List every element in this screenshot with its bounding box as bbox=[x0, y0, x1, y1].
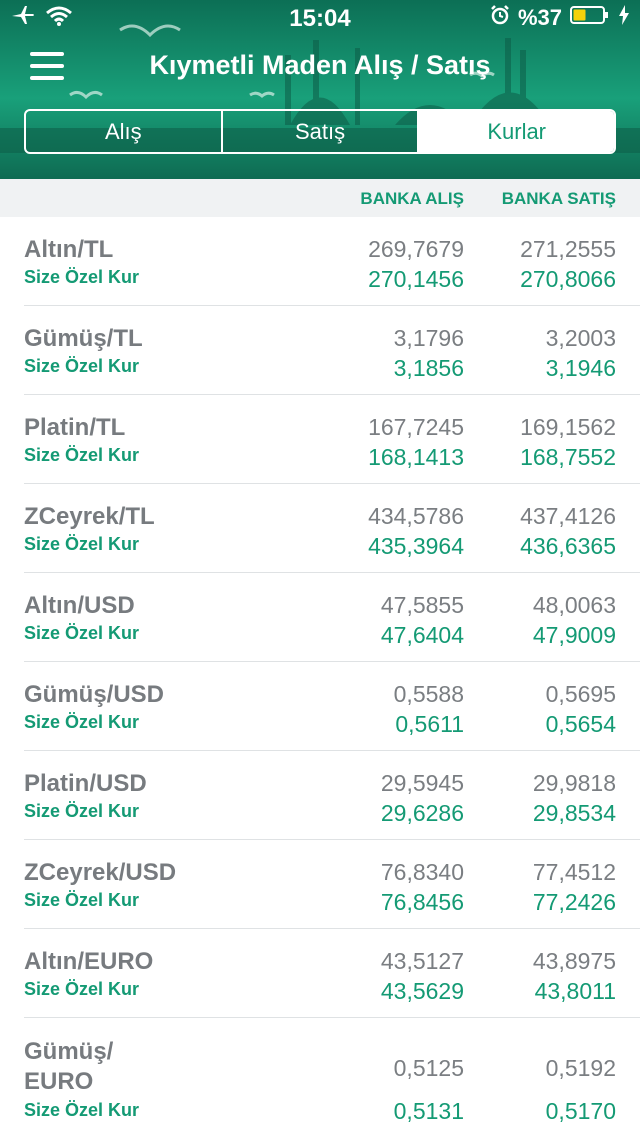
bank-sell-value: 77,4512 bbox=[532, 859, 616, 885]
bank-sell-value: 271,2555 bbox=[520, 236, 616, 262]
rate-row-altin-tl[interactable]: Altın/TL Size Özel Kur 269,7679 271,2555… bbox=[24, 217, 640, 306]
header-banner: 15:04 %37 Kıymetli Maden Alış / Satış Al… bbox=[0, 0, 640, 179]
column-bank-sell: BANKA SATIŞ bbox=[501, 189, 616, 208]
bank-sell-value: 48,0063 bbox=[532, 592, 616, 618]
special-rate-label: Size Özel Kur bbox=[24, 267, 140, 287]
rate-row-platin-tl[interactable]: Platin/TL Size Özel Kur 167,7245 169,156… bbox=[24, 395, 640, 484]
rate-name: ZCeyrek/USD bbox=[24, 859, 177, 886]
rate-name: ZCeyrek/TL bbox=[24, 503, 155, 530]
special-sell-value: 43,8011 bbox=[534, 978, 616, 1004]
bank-buy-value: 3,1796 bbox=[393, 325, 464, 351]
battery-icon bbox=[570, 4, 610, 32]
bank-sell-value: 0,5695 bbox=[545, 681, 616, 707]
special-rate-label: Size Özel Kur bbox=[24, 445, 140, 465]
special-rate-label: Size Özel Kur bbox=[24, 534, 140, 554]
rate-row-altin-euro[interactable]: Altın/EURO Size Özel Kur 43,5127 43,8975… bbox=[24, 929, 640, 1018]
special-rate-label: Size Özel Kur bbox=[24, 712, 140, 732]
special-sell-value: 436,6365 bbox=[520, 533, 616, 559]
special-buy-value: 47,6404 bbox=[380, 622, 464, 648]
bank-buy-value: 434,5786 bbox=[368, 503, 464, 529]
column-bank-buy: BANKA ALIŞ bbox=[360, 189, 464, 208]
tab-satis[interactable]: Satış bbox=[223, 111, 420, 152]
special-rate-label: Size Özel Kur bbox=[24, 801, 140, 821]
bank-buy-value: 167,7245 bbox=[368, 414, 464, 440]
rate-row-zceyrek-usd[interactable]: ZCeyrek/USD Size Özel Kur 76,8340 77,451… bbox=[24, 840, 640, 929]
special-sell-value: 168,7552 bbox=[520, 444, 616, 470]
special-sell-value: 47,9009 bbox=[532, 622, 616, 648]
special-buy-value: 43,5629 bbox=[380, 978, 464, 1004]
special-rate-label: Size Özel Kur bbox=[24, 890, 140, 910]
bank-buy-value: 0,5588 bbox=[393, 681, 464, 707]
special-rate-label: Size Özel Kur bbox=[24, 979, 140, 999]
bank-buy-value: 47,5855 bbox=[380, 592, 464, 618]
special-rate-label: Size Özel Kur bbox=[24, 623, 140, 643]
rate-name: Gümüş/USD bbox=[24, 681, 165, 708]
special-sell-value: 0,5170 bbox=[545, 1098, 616, 1124]
rate-row-gumus-usd[interactable]: Gümüş/USD Size Özel Kur 0,5588 0,5695 0,… bbox=[24, 662, 640, 751]
tab-kurlar[interactable]: Kurlar bbox=[419, 111, 614, 152]
bank-buy-value: 76,8340 bbox=[380, 859, 464, 885]
special-sell-value: 0,5654 bbox=[545, 711, 616, 737]
rates-list[interactable]: Altın/TL Size Özel Kur 269,7679 271,2555… bbox=[0, 217, 640, 1136]
bank-buy-value: 43,5127 bbox=[380, 948, 464, 974]
bank-buy-value: 29,5945 bbox=[380, 770, 464, 796]
bank-sell-value: 3,2003 bbox=[545, 325, 616, 351]
rate-name: Platin/TL bbox=[24, 414, 126, 441]
rate-name: Platin/USD bbox=[24, 770, 147, 797]
page-title: Kıymetli Maden Alış / Satış bbox=[149, 50, 491, 80]
rate-name: Altın/TL bbox=[24, 236, 114, 263]
rate-row-zceyrek-tl[interactable]: ZCeyrek/TL Size Özel Kur 434,5786 437,41… bbox=[24, 484, 640, 573]
bank-sell-value: 437,4126 bbox=[520, 503, 616, 529]
rate-row-gumus-tl[interactable]: Gümüş/TL Size Özel Kur 3,1796 3,2003 3,1… bbox=[24, 306, 640, 395]
special-buy-value: 0,5131 bbox=[393, 1098, 464, 1124]
special-rate-label: Size Özel Kur bbox=[24, 1100, 140, 1120]
rate-name: Altın/EURO bbox=[24, 948, 154, 975]
bank-sell-value: 0,5192 bbox=[545, 1055, 616, 1081]
bank-buy-value: 269,7679 bbox=[368, 236, 464, 262]
column-header-row: BANKA ALIŞ BANKA SATIŞ bbox=[0, 179, 640, 217]
navigation-bar: Kıymetli Maden Alış / Satış bbox=[0, 36, 640, 100]
tab-alis[interactable]: Alış bbox=[26, 111, 223, 152]
special-sell-value: 270,8066 bbox=[520, 266, 616, 292]
bank-buy-value: 0,5125 bbox=[393, 1055, 464, 1081]
rate-name: Gümüş/TL bbox=[24, 325, 143, 352]
rate-row-altin-usd[interactable]: Altın/USD Size Özel Kur 47,5855 48,0063 … bbox=[24, 573, 640, 662]
special-buy-value: 270,1456 bbox=[368, 266, 464, 292]
charging-icon bbox=[618, 4, 630, 32]
bank-sell-value: 29,9818 bbox=[532, 770, 616, 796]
rate-name: Altın/USD bbox=[24, 592, 135, 619]
special-sell-value: 77,2426 bbox=[532, 889, 616, 915]
bank-sell-value: 43,8975 bbox=[532, 948, 616, 974]
special-buy-value: 76,8456 bbox=[380, 889, 464, 915]
special-buy-value: 0,5611 bbox=[395, 711, 464, 737]
special-buy-value: 168,1413 bbox=[368, 444, 464, 470]
status-right: %37 bbox=[490, 4, 630, 32]
special-buy-value: 29,6286 bbox=[380, 800, 464, 826]
bank-sell-value: 169,1562 bbox=[520, 414, 616, 440]
status-bar: 15:04 %37 bbox=[0, 0, 640, 36]
special-rate-label: Size Özel Kur bbox=[24, 356, 140, 376]
special-sell-value: 29,8534 bbox=[532, 800, 616, 826]
special-buy-value: 435,3964 bbox=[368, 533, 464, 559]
special-sell-value: 3,1946 bbox=[545, 355, 616, 381]
rate-name: Gümüş/ EURO bbox=[24, 1038, 114, 1095]
alarm-icon bbox=[490, 4, 510, 32]
rate-row-gumus-euro[interactable]: Gümüş/ EURO Size Özel Kur 0,5125 0,5192 … bbox=[24, 1018, 640, 1136]
segmented-control: Alış Satış Kurlar bbox=[24, 109, 616, 154]
special-buy-value: 3,1856 bbox=[393, 355, 464, 381]
rate-row-platin-usd[interactable]: Platin/USD Size Özel Kur 29,5945 29,9818… bbox=[24, 751, 640, 840]
battery-percent: %37 bbox=[517, 5, 562, 30]
